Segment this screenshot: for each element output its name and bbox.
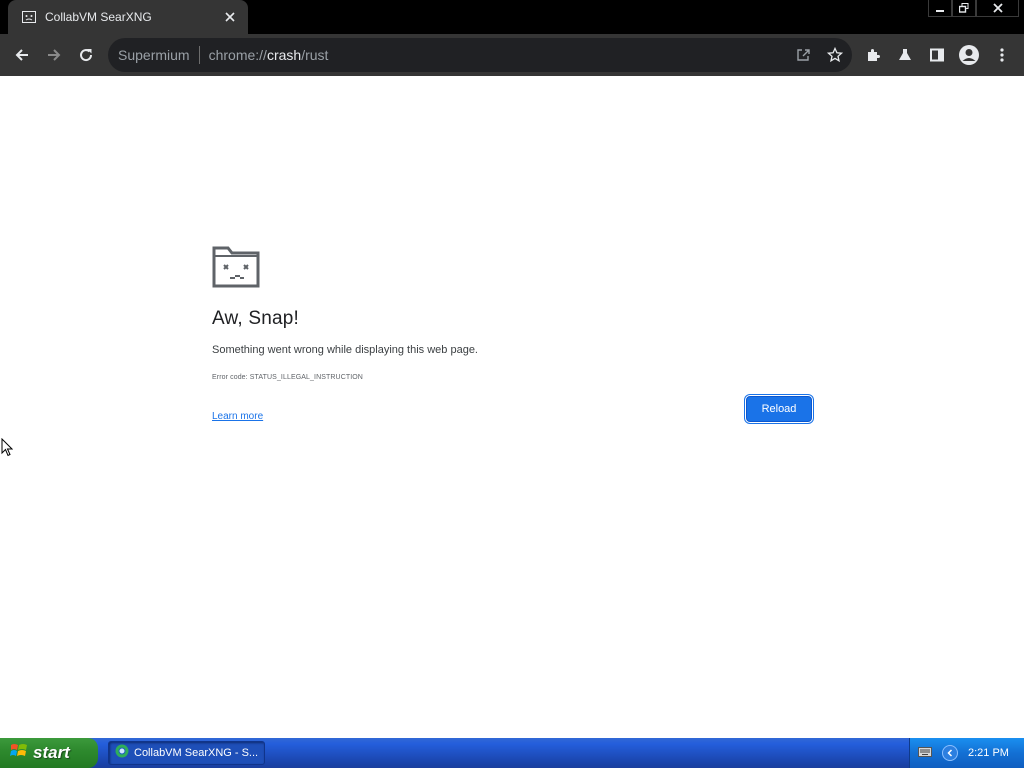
browser-toolbar: Supermium chrome://crash/rust	[0, 34, 1024, 76]
windows-logo-icon	[10, 742, 28, 765]
url-text: chrome://crash/rust	[208, 47, 329, 63]
window-close-icon[interactable]	[976, 0, 1019, 17]
address-bar[interactable]: Supermium chrome://crash/rust	[108, 38, 852, 72]
learn-more-link[interactable]: Learn more	[212, 411, 263, 422]
browser-tab[interactable]: CollabVM SearXNG	[8, 0, 248, 34]
restore-icon[interactable]	[952, 0, 976, 17]
minimize-icon[interactable]	[928, 0, 952, 17]
page-content: Aw, Snap! Something went wrong while dis…	[0, 76, 1024, 738]
menu-icon[interactable]	[987, 40, 1017, 70]
supermium-icon	[115, 744, 129, 763]
mouse-cursor-icon	[1, 437, 14, 463]
start-label: start	[33, 743, 70, 762]
error-title: Aw, Snap!	[212, 308, 300, 329]
omnibox-divider	[198, 46, 200, 64]
sad-page-icon	[21, 9, 37, 25]
tab-title: CollabVM SearXNG	[45, 10, 152, 24]
browser-titlebar: CollabVM SearXNG	[0, 0, 1024, 34]
close-tab-icon[interactable]	[222, 9, 238, 25]
side-panel-icon[interactable]	[922, 40, 952, 70]
error-code: Error code: STATUS_ILLEGAL_INSTRUCTION	[212, 374, 363, 381]
taskbar: start CollabVM SearXNG - S... 2:21 PM	[0, 738, 1024, 768]
taskbar-item-label: CollabVM SearXNG - S...	[134, 747, 259, 759]
show-hidden-icons-icon[interactable]	[942, 745, 958, 761]
taskbar-item-browser[interactable]: CollabVM SearXNG - S...	[108, 741, 265, 765]
sad-folder-icon	[212, 246, 260, 288]
reload-icon[interactable]	[71, 40, 101, 70]
clock: 2:21 PM	[968, 747, 1009, 759]
share-icon[interactable]	[788, 40, 818, 70]
error-container: Aw, Snap! Something went wrong while dis…	[212, 246, 812, 422]
system-tray: 2:21 PM	[909, 738, 1024, 768]
reload-button[interactable]: Reload	[746, 396, 812, 422]
back-arrow-icon[interactable]	[7, 40, 37, 70]
labs-icon[interactable]	[890, 40, 920, 70]
start-button[interactable]: start	[0, 738, 98, 768]
keyboard-icon[interactable]	[918, 744, 932, 762]
site-label: Supermium	[118, 47, 190, 63]
bookmark-star-icon[interactable]	[820, 40, 850, 70]
extensions-icon[interactable]	[858, 40, 888, 70]
forward-arrow-icon[interactable]	[39, 40, 69, 70]
error-message: Something went wrong while displaying th…	[212, 344, 478, 356]
profile-icon[interactable]	[954, 40, 984, 70]
